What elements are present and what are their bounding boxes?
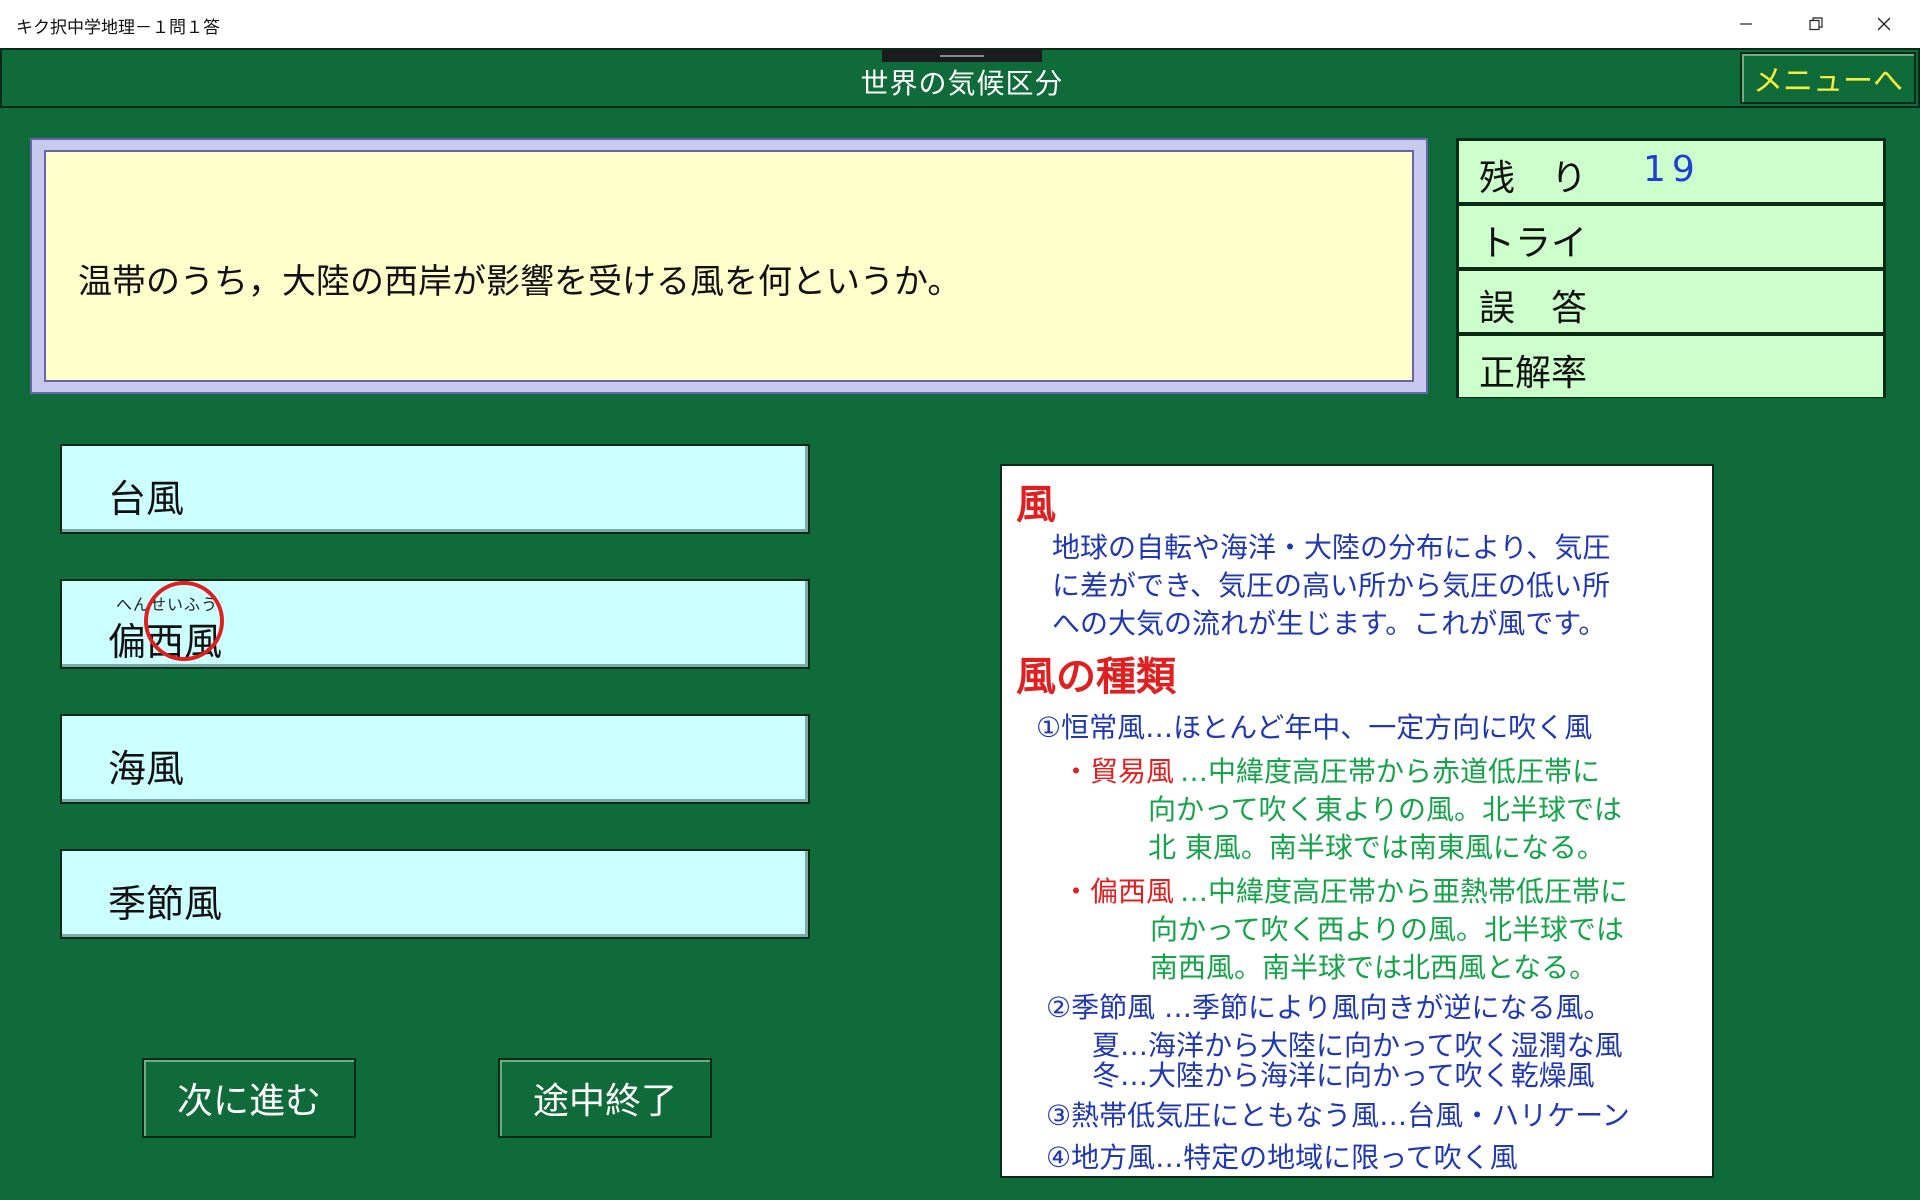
choice-2[interactable]: へんせいふう 偏西風	[60, 579, 810, 669]
window-title: キク択中学地理－１問１答	[16, 18, 220, 38]
remaining-row: 残 り 19	[1459, 141, 1883, 202]
grip-line	[940, 55, 984, 57]
item-1: ①恒常風…ほとんど年中、一定方向に吹く風	[1036, 711, 1593, 744]
try-label: トライ	[1479, 223, 1588, 264]
remaining-value: 19	[1643, 149, 1701, 190]
restore-button[interactable]	[1788, 0, 1844, 48]
question-text: 温帯のうち，大陸の西岸が影響を受ける風を何というか。	[78, 262, 962, 302]
explanation-heading: 風	[1016, 482, 1056, 528]
westerly-line-3: 南西風。南半球では北西風となる。	[1150, 951, 1598, 984]
header-bar: 世界の気候区分 メニューへ	[0, 48, 1920, 108]
item-3: ③熱帯低気圧にともなう風…台風・ハリケーン	[1046, 1099, 1630, 1132]
intro-line-2: に差ができ、気圧の高い所から気圧の低い所	[1052, 569, 1611, 602]
restore-icon	[1809, 17, 1823, 31]
try-row: トライ	[1459, 206, 1883, 267]
westerly-name: ・偏西風	[1062, 875, 1175, 908]
rate-row: 正解率	[1459, 336, 1883, 397]
choice-1[interactable]: 台風	[60, 444, 810, 534]
wrong-label: 誤 答	[1479, 288, 1588, 329]
choice-1-label: 台風	[108, 477, 185, 521]
next-button[interactable]: 次に進む	[142, 1058, 356, 1138]
intro-line-1: 地球の自転や海洋・大陸の分布により、気圧	[1052, 531, 1611, 564]
remaining-label: 残 り	[1479, 158, 1588, 199]
item-4: ④地方風…特定の地域に限って吹く風	[1046, 1141, 1518, 1174]
trade-wind-line-1: …中緯度高圧帯から赤道低圧帯に	[1180, 755, 1601, 788]
choice-4-label: 季節風	[108, 882, 223, 926]
item-2: ②季節風 …季節により風向きが逆になる風。	[1046, 991, 1612, 1024]
minimize-button[interactable]	[1718, 0, 1774, 48]
question-panel: 温帯のうち，大陸の西岸が影響を受ける風を何というか。	[30, 138, 1428, 394]
app-area: 世界の気候区分 メニューへ 温帯のうち，大陸の西岸が影響を受ける風を何というか。…	[0, 48, 1920, 1200]
wrong-row: 誤 答	[1459, 271, 1883, 332]
menu-button[interactable]: メニューへ	[1740, 52, 1916, 104]
drag-handle[interactable]	[882, 50, 1042, 62]
trade-wind-line-3: 北 東風。南半球では南東風になる。	[1148, 831, 1605, 864]
explanation-panel: 風 地球の自転や海洋・大陸の分布により、気圧 に差ができ、気圧の高い所から気圧の…	[1000, 464, 1714, 1178]
trade-wind-line-2: 向かって吹く東よりの風。北半球では	[1148, 793, 1623, 826]
window-titlebar: キク択中学地理－１問１答	[0, 0, 1920, 48]
westerly-line-1: …中緯度高圧帯から亜熱帯低圧帯に	[1180, 875, 1629, 908]
westerly-line-2: 向かって吹く西よりの風。北半球では	[1150, 913, 1625, 946]
score-panel: 残 り 19 トライ 誤 答 正解率	[1456, 138, 1886, 398]
types-heading: 風の種類	[1016, 654, 1176, 700]
quit-button[interactable]: 途中終了	[498, 1058, 712, 1138]
winter-line: 冬…大陸から海洋に向かって吹く乾燥風	[1092, 1059, 1595, 1092]
minimize-icon	[1740, 23, 1752, 25]
intro-line-3: への大気の流れが生じます。これが風です。	[1052, 607, 1607, 640]
rate-label: 正解率	[1479, 353, 1588, 394]
correct-answer-circle	[144, 581, 224, 661]
trade-wind-name: ・貿易風	[1062, 755, 1175, 788]
choice-3-label: 海風	[108, 747, 185, 791]
close-button[interactable]	[1856, 0, 1912, 48]
choice-4[interactable]: 季節風	[60, 849, 810, 939]
page-title: 世界の気候区分	[860, 67, 1064, 100]
close-icon	[1877, 17, 1891, 31]
question-box: 温帯のうち，大陸の西岸が影響を受ける風を何というか。	[44, 150, 1414, 382]
choice-3[interactable]: 海風	[60, 714, 810, 804]
